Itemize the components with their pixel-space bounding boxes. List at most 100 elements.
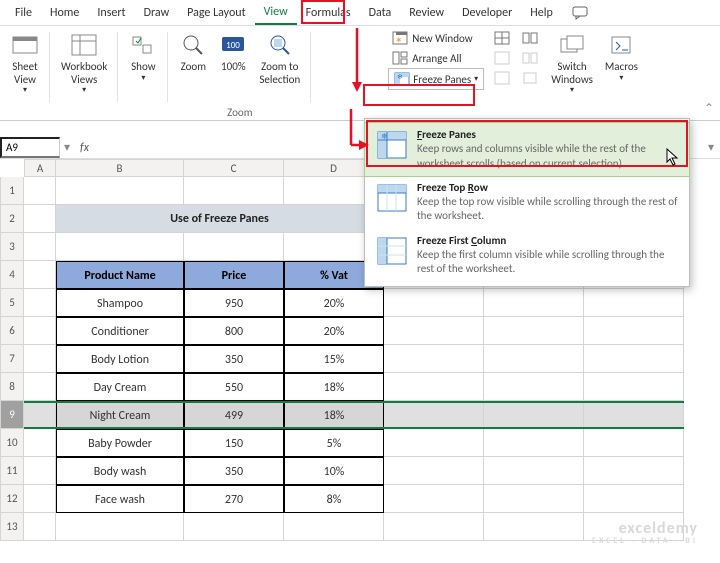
cell-C10[interactable]: 150 [184, 429, 284, 457]
cell-B8[interactable]: Day Cream [56, 373, 184, 401]
cell-G12[interactable] [584, 485, 684, 513]
menu-formulas[interactable]: Formulas [297, 2, 360, 24]
cell-E5[interactable] [384, 289, 484, 317]
cell-C12[interactable]: 270 [184, 485, 284, 513]
col-header-A[interactable]: A [24, 159, 56, 177]
menu-home[interactable]: Home [41, 2, 88, 24]
cell-B10[interactable]: Baby Powder [56, 429, 184, 457]
row-header-4[interactable]: 4 [0, 261, 24, 289]
col-header-C[interactable]: C [184, 159, 284, 177]
cell-A1[interactable] [24, 177, 56, 205]
cell-E7[interactable] [384, 345, 484, 373]
row-header-8[interactable]: 8 [0, 373, 24, 401]
row-headers[interactable]: 12345678910111213 [0, 177, 24, 541]
arrange-all-button[interactable]: Arrange All [388, 48, 484, 68]
cell-E11[interactable] [384, 457, 484, 485]
cell-B13[interactable] [56, 513, 184, 541]
cell-B3[interactable] [56, 233, 184, 261]
cell-F6[interactable] [484, 317, 584, 345]
cell-F7[interactable] [484, 345, 584, 373]
menu-data[interactable]: Data [360, 2, 401, 24]
row-header-2[interactable]: 2 [0, 205, 24, 233]
cell-C5[interactable]: 950 [184, 289, 284, 317]
cell-C3[interactable] [184, 233, 284, 261]
cell-E10[interactable] [384, 429, 484, 457]
cell-C6[interactable]: 800 [184, 317, 284, 345]
cell-C9[interactable]: 499 [184, 401, 284, 429]
reset-pos-button[interactable] [518, 68, 542, 88]
fx-icon[interactable]: fx [74, 141, 95, 155]
namebox-dropdown-icon[interactable]: ▾ [60, 140, 74, 155]
workbook-views-button[interactable]: Workbook Views▾ [56, 28, 112, 98]
cell-D13[interactable] [284, 513, 384, 541]
cell-B7[interactable]: Body Lotion [56, 345, 184, 373]
row-header-6[interactable]: 6 [0, 317, 24, 345]
row-header-11[interactable]: 11 [0, 457, 24, 485]
menu-draw[interactable]: Draw [135, 2, 179, 24]
cell-A2[interactable] [24, 205, 56, 233]
cell-B12[interactable]: Face wash [56, 485, 184, 513]
cell-B1[interactable] [56, 177, 184, 205]
cell-D12[interactable]: 8% [284, 485, 384, 513]
cell-G9[interactable] [584, 401, 684, 429]
cell-E13[interactable] [384, 513, 484, 541]
ribbon-collapse-icon[interactable]: ⌃ [704, 101, 714, 116]
cell-C4[interactable]: Price [184, 261, 284, 289]
cell-C7[interactable]: 350 [184, 345, 284, 373]
cell-D8[interactable]: 18% [284, 373, 384, 401]
menu-developer[interactable]: Developer [453, 2, 521, 24]
new-window-button[interactable]: ✶New Window [388, 28, 484, 48]
dd-freeze-top-row[interactable]: Freeze Top RowKeep the top row visible w… [365, 176, 689, 229]
row-header-13[interactable]: 13 [0, 513, 24, 541]
cell-F8[interactable] [484, 373, 584, 401]
zoom-selection-button[interactable]: Zoom to Selection [254, 28, 305, 89]
cell-A5[interactable] [24, 289, 56, 317]
sheet-view-button[interactable]: Sheet View▾ [6, 28, 44, 98]
freeze-panes-button[interactable]: ❄Freeze Panes▾ [388, 68, 484, 90]
menu-review[interactable]: Review [400, 2, 453, 24]
cell-A4[interactable] [24, 261, 56, 289]
cell-C8[interactable]: 550 [184, 373, 284, 401]
cell-E8[interactable] [384, 373, 484, 401]
sync-scroll-button[interactable] [518, 48, 542, 68]
show-button[interactable]: Show▾ [124, 28, 162, 86]
cell-G11[interactable] [584, 457, 684, 485]
menu-view[interactable]: View [255, 1, 297, 25]
row-header-9[interactable]: 9 [0, 401, 24, 429]
cell-E9[interactable] [384, 401, 484, 429]
cell-D10[interactable]: 5% [284, 429, 384, 457]
cell-C13[interactable] [184, 513, 284, 541]
cell-B5[interactable]: Shampoo [56, 289, 184, 317]
cell-D6[interactable]: 20% [284, 317, 384, 345]
zoom-button[interactable]: Zoom [174, 28, 212, 77]
cell-C1[interactable] [184, 177, 284, 205]
hide-button[interactable] [490, 48, 514, 68]
cell-F9[interactable] [484, 401, 584, 429]
formula-expand-icon[interactable]: ▾ [702, 140, 720, 155]
cell-A3[interactable] [24, 233, 56, 261]
comments-icon[interactable] [566, 2, 594, 24]
cell-G10[interactable] [584, 429, 684, 457]
cell-F11[interactable] [484, 457, 584, 485]
split-button[interactable] [490, 28, 514, 48]
cell-F12[interactable] [484, 485, 584, 513]
cell-G5[interactable] [584, 289, 684, 317]
cell-F5[interactable] [484, 289, 584, 317]
cell-A12[interactable] [24, 485, 56, 513]
cell-D7[interactable]: 15% [284, 345, 384, 373]
dd-freeze-first-col[interactable]: Freeze First ColumnKeep the first column… [365, 229, 689, 282]
col-header-B[interactable]: B [56, 159, 184, 177]
row-header-12[interactable]: 12 [0, 485, 24, 513]
cell-A13[interactable] [24, 513, 56, 541]
cell-D11[interactable]: 10% [284, 457, 384, 485]
cell-B9[interactable]: Night Cream [56, 401, 184, 429]
row-header-3[interactable]: 3 [0, 233, 24, 261]
cell-E6[interactable] [384, 317, 484, 345]
row-header-5[interactable]: 5 [0, 289, 24, 317]
switch-windows-button[interactable]: Switch Windows▾ [546, 28, 598, 98]
cell-B4[interactable]: Product Name [56, 261, 184, 289]
cell-B2[interactable]: Use of Freeze Panes [56, 205, 384, 233]
zoom-100-button[interactable]: 100 100% [214, 28, 252, 77]
menu-file[interactable]: File [6, 2, 41, 24]
cell-G7[interactable] [584, 345, 684, 373]
